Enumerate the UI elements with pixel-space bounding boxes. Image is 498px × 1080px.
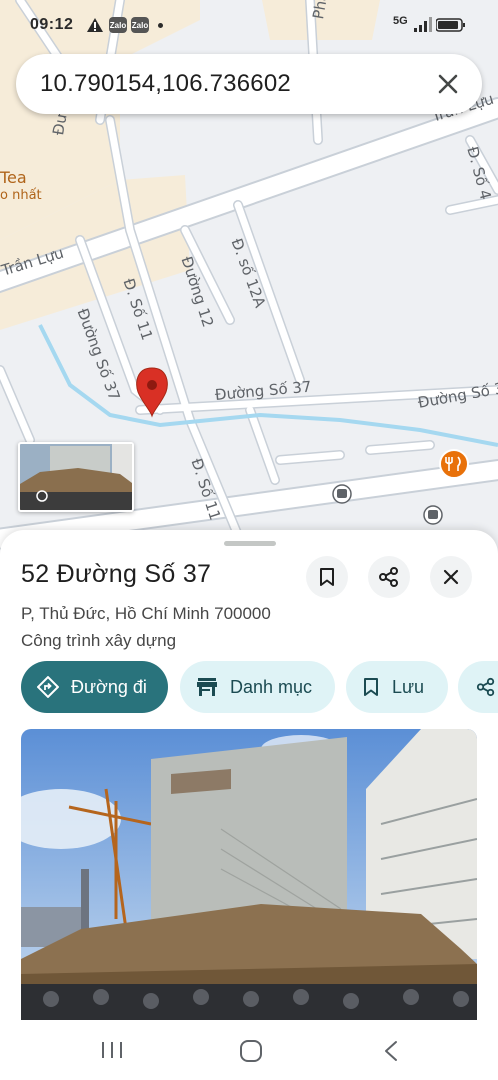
signal-icon: [414, 17, 432, 32]
map-view[interactable]: Phan Trần Lựu Trần Lựu Đ. Số 4 Đường 12 …: [0, 0, 498, 560]
search-bar[interactable]: 10.790154,106.736602: [16, 54, 482, 114]
warning-icon: [87, 18, 103, 32]
street-view-thumbnail[interactable]: [18, 442, 134, 512]
status-bar: 09:12 Zalo Zalo 5G: [0, 0, 498, 48]
directions-button[interactable]: Đường đi: [21, 661, 168, 713]
poi-label[interactable]: Tea: [0, 168, 27, 187]
system-nav-bar: [0, 1020, 498, 1080]
store-icon: [197, 678, 217, 696]
place-address: P, Thủ Đức, Hồ Chí Minh 700000: [21, 604, 271, 623]
close-button[interactable]: [430, 556, 472, 598]
place-category: Công trình xây dựng: [21, 631, 177, 650]
back-icon[interactable]: [382, 1040, 400, 1062]
home-icon[interactable]: [239, 1039, 263, 1063]
share-icon: [379, 567, 398, 587]
bookmark-icon: [320, 568, 334, 586]
directions-icon: [37, 676, 59, 698]
share-icon: [476, 677, 495, 697]
search-query[interactable]: 10.790154,106.736602: [40, 70, 291, 98]
clock: 09:12: [30, 16, 74, 33]
close-icon[interactable]: [432, 68, 464, 100]
share-button[interactable]: [368, 556, 410, 598]
place-title: 52 Đường Số 37: [21, 560, 212, 588]
poi-sublabel: o nhất: [0, 188, 42, 203]
battery-icon: [436, 18, 465, 32]
dot-icon: [158, 23, 163, 28]
directions-label: Đường đi: [71, 676, 147, 697]
bus-stop-icon[interactable]: [423, 505, 443, 525]
close-icon: [443, 569, 459, 585]
share-chip-button[interactable]: [458, 661, 498, 713]
zalo-icon: Zalo: [109, 17, 127, 33]
network-type: 5G: [393, 15, 408, 27]
place-sheet[interactable]: 52 Đường Số 37 P, Thủ Đức, Hồ Chí Minh 7…: [0, 530, 498, 1020]
categories-label: Danh mục: [230, 676, 313, 697]
zalo-icon: Zalo: [131, 17, 149, 33]
restaurant-marker[interactable]: [439, 449, 469, 479]
place-photo[interactable]: [21, 729, 477, 1020]
save-label: Lưu: [392, 676, 425, 697]
categories-button[interactable]: Danh mục: [180, 661, 335, 713]
drag-handle[interactable]: [224, 541, 276, 546]
bookmark-icon: [364, 678, 378, 696]
bus-stop-icon[interactable]: [332, 484, 352, 504]
recent-apps-icon[interactable]: [100, 1040, 124, 1060]
save-button[interactable]: [306, 556, 348, 598]
save-chip-button[interactable]: Lưu: [346, 661, 448, 713]
